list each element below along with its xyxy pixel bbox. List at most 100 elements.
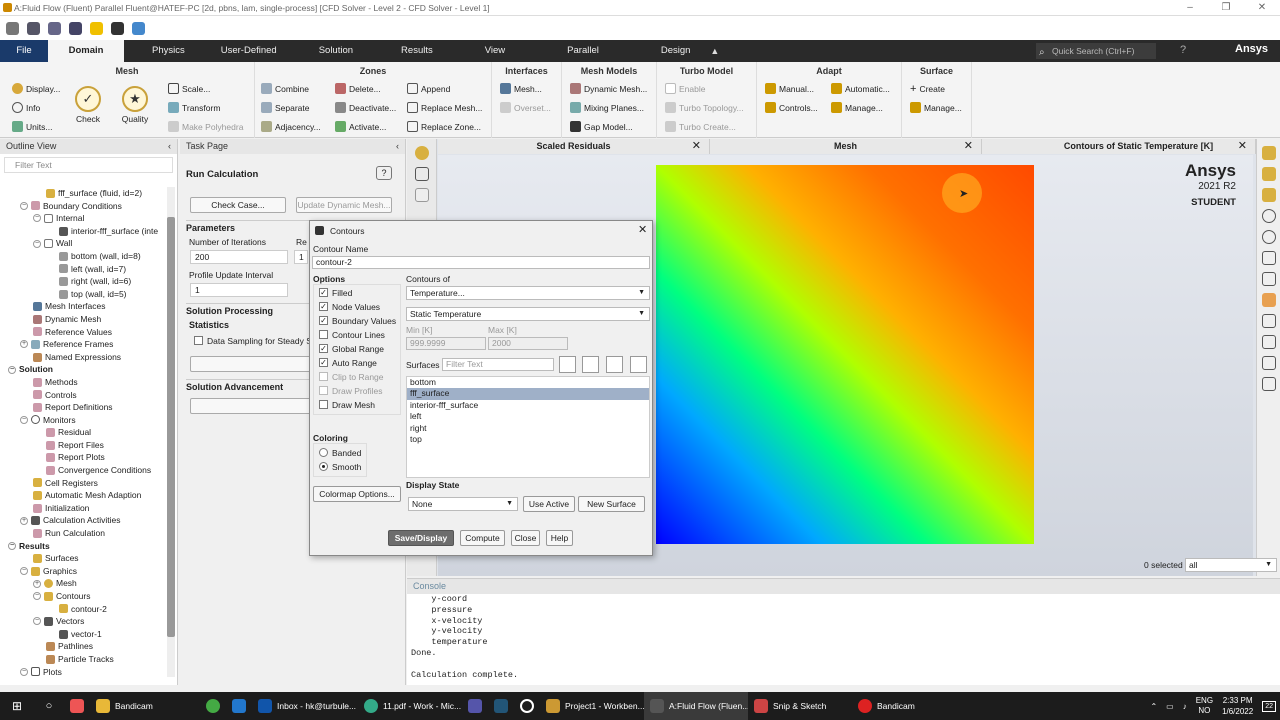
- grid-icon[interactable]: [1261, 335, 1276, 349]
- tree-item[interactable]: interior-fff_surface (inte: [0, 225, 165, 238]
- tree-item[interactable]: Controls: [0, 389, 165, 402]
- outline-scrollbar[interactable]: [167, 187, 175, 677]
- collapse-node-icon[interactable]: −: [33, 592, 41, 601]
- start-button[interactable]: ⊞: [0, 692, 34, 720]
- tree-section-results[interactable]: − Results: [0, 540, 165, 553]
- tree-item[interactable]: Mesh Interfaces: [0, 300, 165, 313]
- chart-icon[interactable]: [1261, 272, 1276, 286]
- collapse-node-icon[interactable]: −: [33, 617, 41, 626]
- collapse-icon[interactable]: ‹: [396, 139, 399, 154]
- tree-item[interactable]: Report Files: [0, 439, 165, 452]
- tree-item[interactable]: Initialization: [0, 502, 165, 515]
- taskbar-app-fluent[interactable]: A:Fluid Flow (Fluen...: [644, 692, 748, 720]
- tree-item[interactable]: − Plots: [0, 666, 165, 679]
- volume-icon[interactable]: ♪: [1183, 702, 1187, 711]
- adapt-automatic-button[interactable]: Automatic...: [831, 83, 890, 94]
- activate-button[interactable]: Activate...: [335, 121, 386, 132]
- turbo-topology-button[interactable]: Turbo Topology...: [665, 102, 744, 113]
- tree-item[interactable]: Pathlines: [0, 640, 165, 653]
- info-button[interactable]: Info: [12, 102, 40, 113]
- draw-profiles-checkbox[interactable]: [319, 386, 328, 395]
- node-values-checkbox[interactable]: ✓: [319, 302, 328, 311]
- tree-item[interactable]: − Internal: [0, 212, 165, 225]
- collapse-node-icon[interactable]: −: [33, 239, 41, 248]
- scrollbar-thumb[interactable]: [167, 217, 175, 637]
- tree-item[interactable]: − Vectors: [0, 615, 165, 628]
- tree-item[interactable]: + Reference Frames: [0, 338, 165, 351]
- append-button[interactable]: Append: [407, 83, 450, 94]
- deactivate-button[interactable]: Deactivate...: [335, 102, 396, 113]
- save-display-button[interactable]: Save/Display: [388, 530, 454, 546]
- adapt-controls-button[interactable]: Controls...: [765, 102, 818, 113]
- scale-button[interactable]: Scale...: [168, 83, 210, 94]
- gap-model-button[interactable]: Gap Model...: [570, 121, 633, 132]
- taskbar-app-edge[interactable]: 11.pdf - Work - Mic...: [358, 692, 462, 720]
- mixing-planes-button[interactable]: Mixing Planes...: [570, 102, 644, 113]
- overset-button[interactable]: Overset...: [500, 102, 551, 113]
- close-tab-icon[interactable]: ✕: [692, 139, 701, 154]
- maximize-button[interactable]: ❐: [1208, 0, 1244, 16]
- select-all-icon[interactable]: [582, 356, 599, 373]
- list-item-selected[interactable]: fff_surface: [407, 388, 649, 400]
- surface-manage-button[interactable]: Manage...: [910, 102, 962, 113]
- tree-item[interactable]: Surfaces: [0, 552, 165, 565]
- view-icon[interactable]: [414, 146, 429, 160]
- units-button[interactable]: Units...: [12, 121, 52, 132]
- tab-view[interactable]: View: [451, 40, 523, 62]
- contour-lines-checkbox[interactable]: [319, 330, 328, 339]
- taskbar-app-vscode[interactable]: [226, 692, 252, 720]
- tree-item[interactable]: fff_surface (fluid, id=2): [0, 187, 165, 200]
- global-range-checkbox[interactable]: ✓: [319, 344, 328, 353]
- quality-button[interactable]: ★ Quality: [115, 86, 155, 124]
- contours-sub-select[interactable]: Static Temperature ▼: [406, 307, 650, 321]
- separate-button[interactable]: Separate: [261, 102, 310, 113]
- tree-item[interactable]: Run Calculation: [0, 527, 165, 540]
- taskbar-app-brave[interactable]: [64, 692, 90, 720]
- tree-item[interactable]: Dynamic Mesh: [0, 313, 165, 326]
- interfaces-mesh-button[interactable]: Mesh...: [500, 83, 542, 94]
- close-window-button[interactable]: ✕: [1244, 0, 1280, 16]
- adapt-manage-button[interactable]: Manage...: [831, 102, 883, 113]
- eye-hide-icon[interactable]: [1261, 230, 1276, 244]
- collapse-node-icon[interactable]: −: [8, 541, 16, 550]
- fit-icon[interactable]: [414, 167, 429, 181]
- update-dynamic-mesh-button[interactable]: Update Dynamic Mesh...: [296, 197, 392, 213]
- tree-item[interactable]: Reference Values: [0, 326, 165, 339]
- contour-name-input[interactable]: contour-2: [312, 256, 650, 269]
- tab-parallel[interactable]: Parallel: [523, 40, 617, 62]
- language-indicator[interactable]: ENG NO: [1196, 696, 1213, 716]
- transform-button[interactable]: Transform: [168, 102, 220, 113]
- display-option-icon[interactable]: [1261, 146, 1276, 160]
- network-icon[interactable]: ▭: [1166, 702, 1174, 711]
- max-input[interactable]: 2000: [488, 337, 568, 350]
- draw-mesh-checkbox[interactable]: [319, 400, 328, 409]
- dialog-close-icon[interactable]: ✕: [638, 223, 647, 236]
- smooth-radio[interactable]: [319, 462, 328, 471]
- tree-item[interactable]: Cell Registers: [0, 477, 165, 490]
- tree-item[interactable]: − Wall: [0, 237, 165, 250]
- num-iterations-input[interactable]: 200: [190, 250, 288, 264]
- help-icon[interactable]: ?: [376, 166, 392, 180]
- list-item[interactable]: interior-fff_surface: [407, 400, 649, 411]
- close-tab-icon[interactable]: ✕: [1238, 139, 1247, 154]
- tab-contours-temperature[interactable]: Contours of Static Temperature [K] ✕: [982, 139, 1256, 154]
- display-button[interactable]: Display...: [12, 83, 60, 94]
- banded-radio[interactable]: [319, 448, 328, 457]
- delete-button[interactable]: Delete...: [335, 83, 381, 94]
- tab-domain[interactable]: Domain: [48, 40, 124, 62]
- tree-section-solution[interactable]: − Solution: [0, 363, 165, 376]
- save-icon[interactable]: [69, 21, 82, 35]
- lightning-icon[interactable]: [90, 21, 103, 35]
- adjacency-button[interactable]: Adjacency...: [261, 121, 321, 132]
- tree-item[interactable]: right (wall, id=6): [0, 275, 165, 288]
- tab-user-defined[interactable]: User-Defined: [203, 40, 295, 62]
- tree-item[interactable]: vector-1: [0, 628, 165, 641]
- rep-input[interactable]: 1: [294, 250, 308, 264]
- expand-node-icon[interactable]: +: [20, 340, 28, 349]
- console-output[interactable]: y-coord pressure x-velocity y-velocity t…: [407, 594, 1280, 680]
- turbo-create-button[interactable]: Turbo Create...: [665, 121, 736, 132]
- tree-item[interactable]: Report Definitions: [0, 401, 165, 414]
- taskbar-app-powershell[interactable]: [488, 692, 514, 720]
- tab-results[interactable]: Results: [371, 40, 451, 62]
- taskbar-app-chrome[interactable]: [200, 692, 226, 720]
